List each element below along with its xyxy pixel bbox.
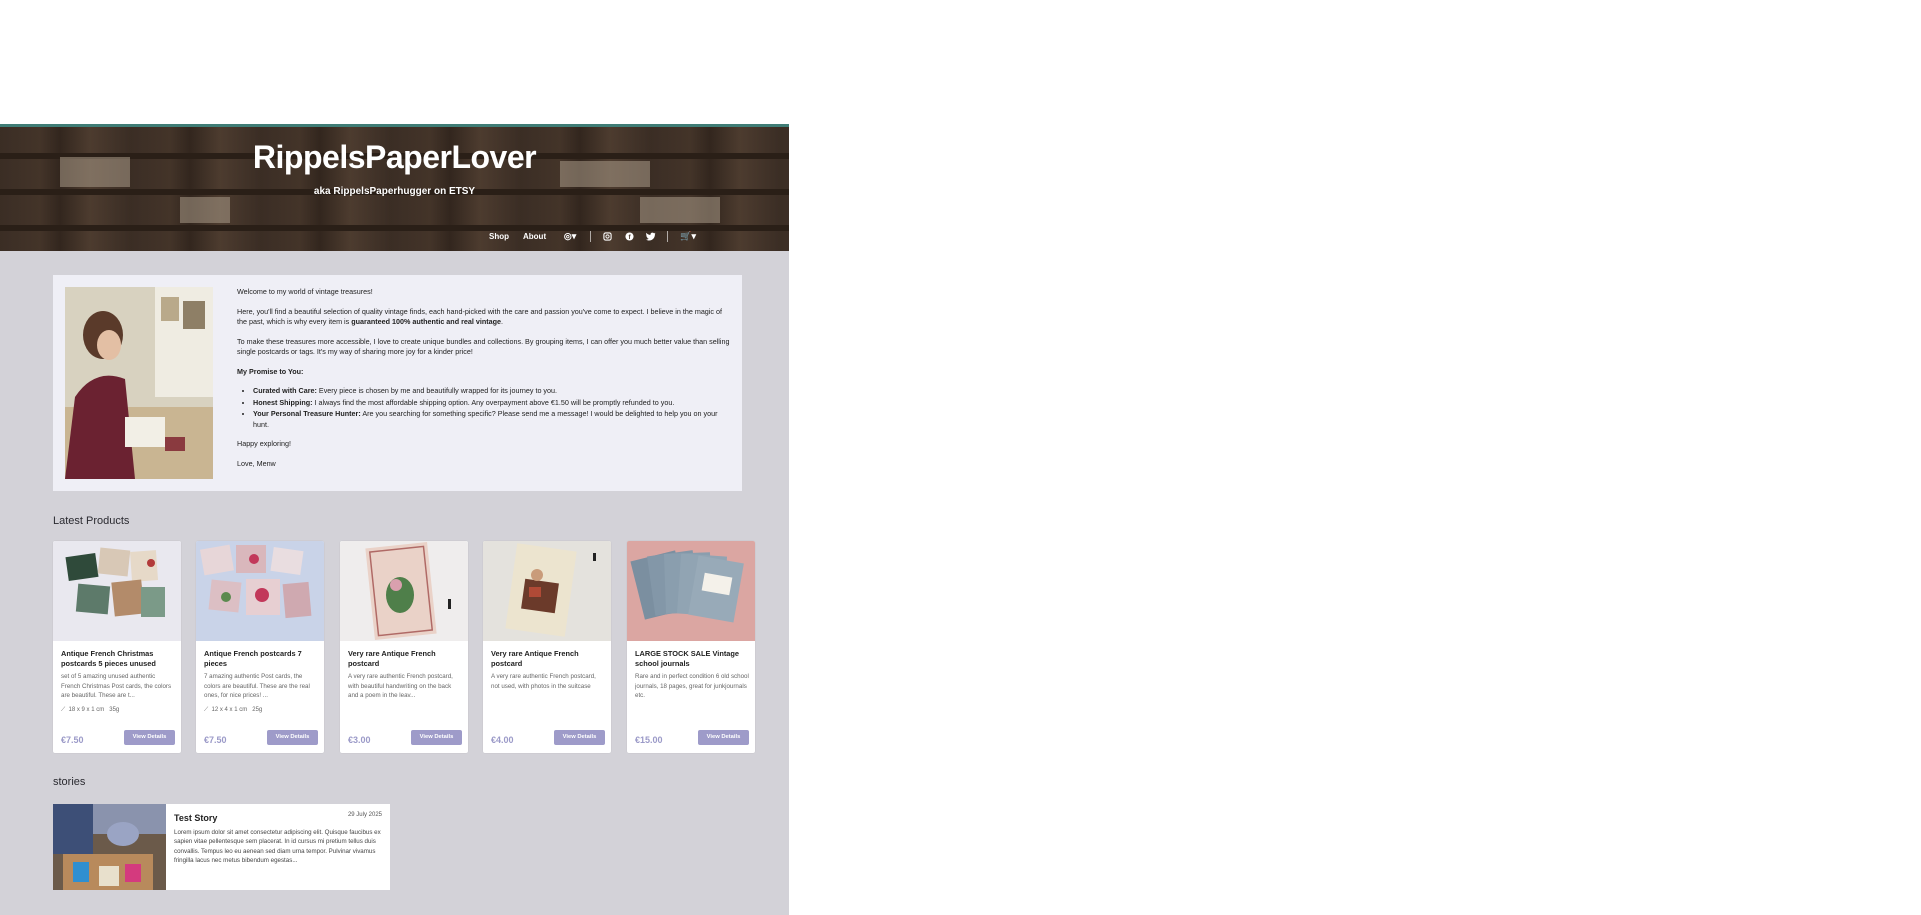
- product-price: €7.50: [204, 735, 227, 745]
- view-details-button[interactable]: View Details: [411, 730, 462, 745]
- nav-divider: [590, 230, 592, 242]
- view-details-button[interactable]: View Details: [124, 730, 175, 745]
- product-card[interactable]: Very rare Antique French postcard A very…: [483, 541, 611, 753]
- nav-shop-link[interactable]: Shop: [489, 232, 509, 241]
- story-card[interactable]: Test Story 29 July 2025 Lorem ipsum dolo…: [53, 804, 390, 890]
- owner-photo: [65, 287, 213, 479]
- product-card[interactable]: LARGE STOCK SALE Vintage school journals…: [627, 541, 755, 753]
- promise-item: Honest Shipping: I always find the most …: [253, 398, 730, 409]
- view-details-button[interactable]: View Details: [554, 730, 605, 745]
- authenticity-guarantee: guaranteed 100% authentic and real vinta…: [351, 317, 502, 326]
- product-name[interactable]: Very rare Antique French postcard: [348, 649, 462, 669]
- stories-heading: stories: [53, 776, 86, 788]
- product-name[interactable]: Very rare Antique French postcard: [491, 649, 605, 669]
- promise-text: I always find the most affordable shippi…: [312, 397, 675, 407]
- promise-item: Your Personal Treasure Hunter: Are you s…: [253, 409, 730, 430]
- product-price: €3.00: [348, 735, 371, 745]
- shelf-box-decoration: [180, 197, 230, 223]
- product-name[interactable]: Antique French postcards 7 pieces: [204, 649, 318, 669]
- product-image[interactable]: [196, 541, 324, 641]
- welcome-text: Welcome to my world of vintage treasures…: [237, 287, 373, 296]
- story-excerpt: Lorem ipsum dolor sit amet consectetur a…: [174, 829, 381, 865]
- product-price: €7.50: [61, 735, 84, 745]
- ruler-icon: ⟋: [204, 707, 209, 713]
- intro-text: Welcome to my world of vintage treasures…: [237, 287, 730, 478]
- product-dimensions: 12 x 4 x 1 cm: [211, 707, 248, 713]
- intro-paragraph-1-end: .: [501, 317, 504, 326]
- site-title[interactable]: RippelsPaperLover: [0, 139, 789, 176]
- product-image[interactable]: [340, 541, 468, 641]
- product-grid: Antique French Christmas postcards 5 pie…: [53, 541, 755, 753]
- intro-panel: Welcome to my world of vintage treasures…: [53, 275, 742, 491]
- promise-text: Every piece is chosen by me and beautifu…: [316, 386, 558, 395]
- main-nav: Shop About ◎▾ f 🛒▾: [489, 229, 708, 243]
- latest-products-heading: Latest Products: [53, 515, 130, 527]
- cart-icon[interactable]: 🛒▾: [678, 230, 698, 242]
- promise-label: Honest Shipping:: [253, 397, 313, 407]
- story-title[interactable]: Test Story: [174, 813, 217, 823]
- promise-list: Curated with Care: Every piece is chosen…: [237, 386, 730, 430]
- product-image[interactable]: [627, 541, 755, 641]
- nav-about-link[interactable]: About: [523, 232, 546, 241]
- product-name[interactable]: Antique French Christmas postcards 5 pie…: [61, 649, 175, 669]
- product-description: 7 amazing authentic Post cards, the colo…: [204, 673, 310, 700]
- promise-heading: My Promise to You:: [237, 367, 730, 378]
- closing-signature: Love, Menw: [237, 458, 276, 468]
- promise-label: Your Personal Treasure Hunter:: [253, 409, 361, 418]
- product-card[interactable]: Antique French Christmas postcards 5 pie…: [53, 541, 181, 753]
- product-image[interactable]: [483, 541, 611, 641]
- closing-greeting: Happy exploring!: [237, 439, 291, 448]
- product-dimensions: 18 x 9 x 1 cm: [68, 707, 105, 713]
- product-meta: ⟋ 18 x 9 x 1 cm 35g: [61, 707, 119, 714]
- promise-title: My Promise to You:: [237, 366, 304, 376]
- product-image[interactable]: [53, 541, 181, 641]
- hero-header: RippelsPaperLover aka RippelsPaperhugger…: [0, 124, 789, 251]
- product-weight: 25g: [252, 707, 263, 713]
- product-price: €15.00: [635, 735, 663, 745]
- ruler-icon: ⟋: [61, 707, 66, 713]
- story-image[interactable]: [53, 804, 166, 890]
- product-meta: ⟋ 12 x 4 x 1 cm 25g: [204, 707, 262, 714]
- promise-label: Curated with Care:: [253, 386, 317, 395]
- instagram-icon[interactable]: [601, 230, 613, 242]
- story-date: 29 July 2025: [347, 812, 382, 818]
- nav-divider: [667, 230, 669, 242]
- intro-paragraph-1: Here, you'll find a beautiful selection …: [237, 307, 730, 328]
- product-card[interactable]: Very rare Antique French postcard A very…: [340, 541, 468, 753]
- product-weight: 35g: [109, 707, 120, 713]
- intro-paragraph-2: To make these treasures more accessible,…: [237, 336, 730, 357]
- product-description: A very rare authentic French postcard, n…: [491, 673, 596, 690]
- product-card[interactable]: Antique French postcards 7 pieces 7 amaz…: [196, 541, 324, 753]
- shelf-box-decoration: [640, 197, 720, 223]
- promise-item: Curated with Care: Every piece is chosen…: [253, 386, 730, 397]
- language-icon[interactable]: ◎▾: [560, 230, 580, 242]
- site-subtitle: aka RippelsPaperhugger on ETSY: [313, 186, 476, 197]
- view-details-button[interactable]: View Details: [698, 730, 749, 745]
- product-description: set of 5 amazing unused authentic French…: [61, 673, 172, 700]
- product-name[interactable]: LARGE STOCK SALE Vintage school journals: [635, 649, 749, 669]
- twitter-icon[interactable]: [645, 230, 657, 242]
- facebook-icon[interactable]: f: [623, 230, 635, 242]
- product-description: Rare and in perfect condition 6 old scho…: [635, 673, 749, 700]
- site-container: RippelsPaperLover aka RippelsPaperhugger…: [0, 124, 789, 915]
- view-details-button[interactable]: View Details: [267, 730, 318, 745]
- product-description: A very rare authentic French postcard, w…: [348, 673, 453, 700]
- product-price: €4.00: [491, 735, 514, 745]
